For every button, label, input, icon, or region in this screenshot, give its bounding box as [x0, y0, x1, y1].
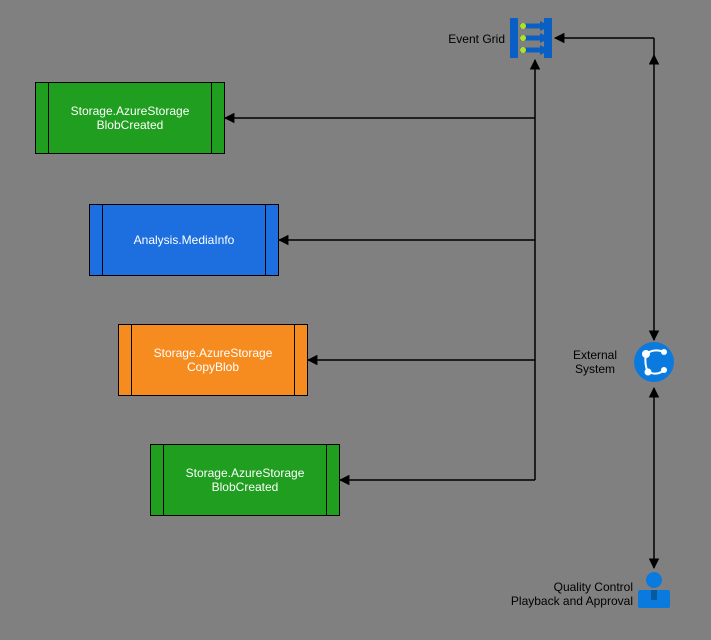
node-blob-created-2: Storage.AzureStorage BlobCreated	[150, 444, 340, 516]
quality-control-label: Quality Control Playback and Approval	[498, 580, 633, 608]
node-label: Storage.AzureStorage BlobCreated	[168, 466, 323, 495]
node-label: Storage.AzureStorage CopyBlob	[136, 346, 291, 375]
user-icon	[638, 572, 670, 608]
node-label: Analysis.MediaInfo	[116, 233, 253, 247]
logic-apps-icon	[634, 342, 674, 382]
event-grid-icon	[510, 18, 552, 58]
node-label: Storage.AzureStorage BlobCreated	[53, 104, 208, 133]
node-media-info: Analysis.MediaInfo	[89, 204, 279, 276]
node-blob-created-1: Storage.AzureStorage BlobCreated	[35, 82, 225, 154]
external-system-label: External System	[560, 348, 630, 376]
node-copy-blob: Storage.AzureStorage CopyBlob	[118, 324, 308, 396]
event-grid-label: Event Grid	[440, 32, 505, 46]
